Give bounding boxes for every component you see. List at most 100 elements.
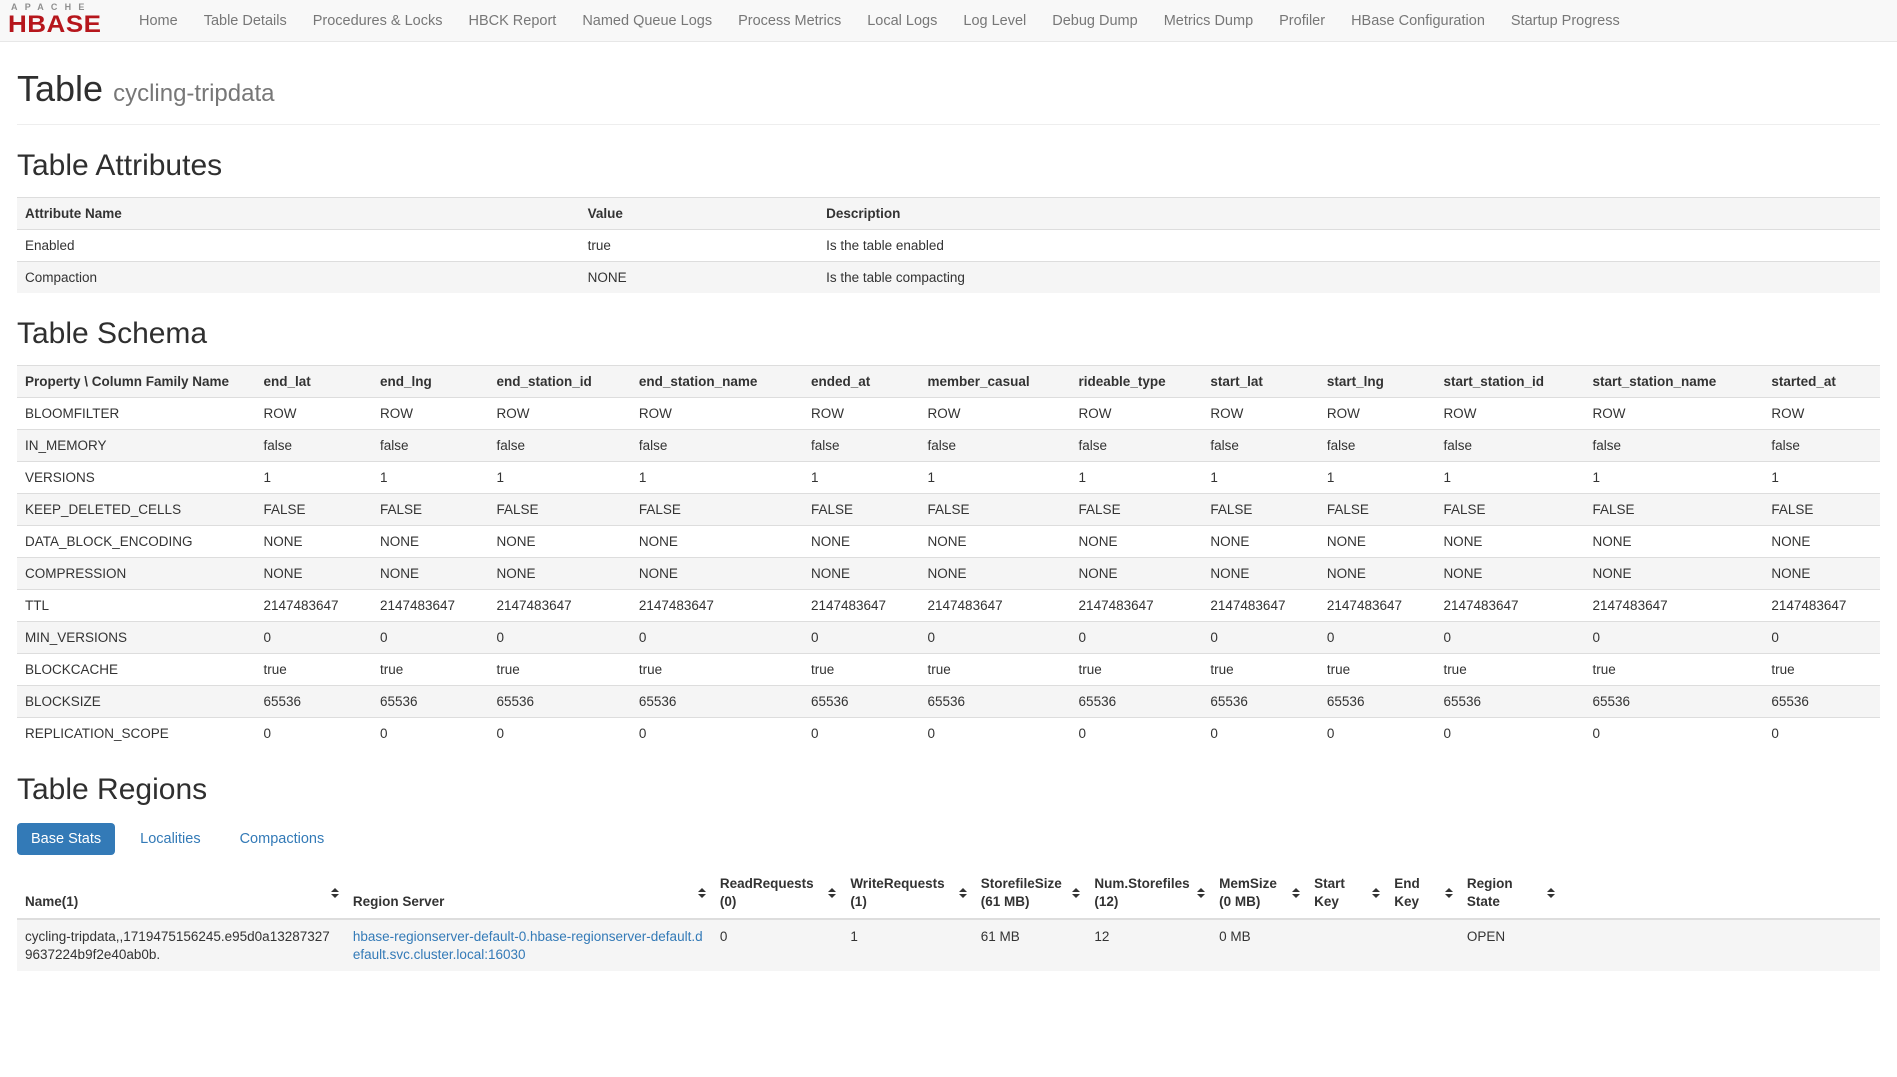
schema-value-cell: NONE — [803, 526, 920, 558]
sort-desc-arrow-icon — [1292, 894, 1300, 898]
nav-item-hbase-configuration[interactable]: HBase Configuration — [1338, 0, 1498, 42]
schema-family-header: start_lat — [1202, 366, 1319, 398]
schema-value-cell: false — [1202, 430, 1319, 462]
schema-value-cell: 0 — [489, 718, 631, 750]
sort-desc-arrow-icon — [698, 894, 706, 898]
tab-compactions[interactable]: Compactions — [226, 823, 339, 855]
region-server-link[interactable]: hbase-regionserver-default-0.hbase-regio… — [353, 929, 703, 962]
schema-heading: Table Schema — [17, 317, 1880, 351]
schema-value-cell: 1 — [803, 462, 920, 494]
regions-column-header-end-key[interactable]: End Key — [1386, 867, 1459, 919]
sort-icon[interactable] — [331, 888, 339, 898]
regions-header-spacer — [1561, 867, 1880, 919]
sort-icon[interactable] — [1547, 888, 1555, 898]
schema-property-cell: VERSIONS — [17, 462, 255, 494]
sort-desc-arrow-icon — [1372, 894, 1380, 898]
regions-column-header-start-key[interactable]: Start Key — [1306, 867, 1386, 919]
regions-column-header-region-state[interactable]: Region State — [1459, 867, 1561, 919]
regions-table-body: cycling-tripdata,,1719475156245.e95d0a13… — [17, 919, 1880, 971]
regions-column-header-storefilesize-61-mb[interactable]: StorefileSize (61 MB) — [973, 867, 1087, 919]
schema-value-cell: FALSE — [1763, 494, 1880, 526]
tab-base-stats[interactable]: Base Stats — [17, 823, 115, 855]
end-key-cell — [1386, 919, 1459, 971]
hbase-logo[interactable]: APACHE HBASE — [8, 3, 126, 38]
nav-item-named-queue-logs[interactable]: Named Queue Logs — [569, 0, 725, 42]
schema-family-header: end_station_id — [489, 366, 631, 398]
attribute-value-cell: true — [580, 230, 818, 262]
schema-value-cell: 1 — [631, 462, 803, 494]
schema-row: COMPRESSIONNONENONENONENONENONENONENONEN… — [17, 558, 1880, 590]
schema-value-cell: ROW — [1585, 398, 1764, 430]
regions-column-header-region-server[interactable]: Region Server — [345, 867, 712, 919]
regions-column-label: Region State — [1467, 876, 1513, 909]
sort-icon[interactable] — [1197, 888, 1205, 898]
schema-value-cell: NONE — [489, 558, 631, 590]
schema-row: TTL2147483647214748364721474836472147483… — [17, 590, 1880, 622]
sort-icon[interactable] — [959, 888, 967, 898]
read-requests-cell: 0 — [712, 919, 842, 971]
schema-value-cell: true — [1319, 654, 1436, 686]
schema-value-cell: ROW — [255, 398, 372, 430]
navbar: APACHE HBASE HomeTable DetailsProcedures… — [0, 0, 1897, 42]
schema-value-cell: 0 — [1202, 718, 1319, 750]
nav-item-debug-dump[interactable]: Debug Dump — [1039, 0, 1150, 42]
nav-item-process-metrics[interactable]: Process Metrics — [725, 0, 854, 42]
sort-asc-arrow-icon — [1372, 888, 1380, 892]
nav-item-hbck-report[interactable]: HBCK Report — [455, 0, 569, 42]
sort-desc-arrow-icon — [1072, 894, 1080, 898]
schema-value-cell: NONE — [631, 558, 803, 590]
nav-item-log-level[interactable]: Log Level — [950, 0, 1039, 42]
sort-desc-arrow-icon — [1197, 894, 1205, 898]
schema-value-cell: ROW — [1071, 398, 1203, 430]
attribute-description-cell: Is the table compacting — [818, 262, 1880, 294]
tab-localities[interactable]: Localities — [126, 823, 214, 855]
regions-column-header-writerequests-1[interactable]: WriteRequests (1) — [842, 867, 972, 919]
schema-value-cell: NONE — [1202, 526, 1319, 558]
schema-value-cell: ROW — [1202, 398, 1319, 430]
sort-icon[interactable] — [698, 888, 706, 898]
sort-icon[interactable] — [1292, 888, 1300, 898]
schema-value-cell: NONE — [1763, 526, 1880, 558]
nav-item-metrics-dump[interactable]: Metrics Dump — [1151, 0, 1266, 42]
schema-value-cell: false — [1435, 430, 1584, 462]
schema-value-cell: false — [920, 430, 1071, 462]
regions-column-header-name-1[interactable]: Name(1) — [17, 867, 345, 919]
regions-column-label: Name(1) — [25, 894, 78, 909]
sort-icon[interactable] — [1072, 888, 1080, 898]
schema-value-cell: NONE — [1071, 558, 1203, 590]
schema-value-cell: 0 — [372, 718, 489, 750]
regions-column-header-num-storefiles-12[interactable]: Num.Storefiles (12) — [1086, 867, 1211, 919]
schema-value-cell: 2147483647 — [489, 590, 631, 622]
nav-item-profiler[interactable]: Profiler — [1266, 0, 1338, 42]
schema-family-header: end_station_name — [631, 366, 803, 398]
schema-value-cell: NONE — [489, 526, 631, 558]
schema-value-cell: ROW — [631, 398, 803, 430]
schema-value-cell: NONE — [1202, 558, 1319, 590]
schema-value-cell: true — [1585, 654, 1764, 686]
schema-value-cell: 1 — [255, 462, 372, 494]
regions-column-header-memsize-0-mb[interactable]: MemSize (0 MB) — [1211, 867, 1306, 919]
attribute-name-cell: Compaction — [17, 262, 580, 294]
schema-value-cell: ROW — [489, 398, 631, 430]
schema-value-cell: 0 — [631, 718, 803, 750]
sort-icon[interactable] — [828, 888, 836, 898]
regions-column-label: End Key — [1394, 876, 1420, 909]
nav-item-procedures-locks[interactable]: Procedures & Locks — [300, 0, 456, 42]
nav-item-startup-progress[interactable]: Startup Progress — [1498, 0, 1633, 42]
schema-property-cell: BLOCKCACHE — [17, 654, 255, 686]
regions-column-header-readrequests-0[interactable]: ReadRequests (0) — [712, 867, 842, 919]
schema-value-cell: 0 — [255, 622, 372, 654]
schema-value-cell: 0 — [1319, 718, 1436, 750]
sort-icon[interactable] — [1372, 888, 1380, 898]
sort-icon[interactable] — [1445, 888, 1453, 898]
schema-value-cell: FALSE — [255, 494, 372, 526]
nav-item-home[interactable]: Home — [126, 0, 191, 42]
schema-value-cell: NONE — [803, 558, 920, 590]
schema-value-cell: 65536 — [803, 686, 920, 718]
schema-value-cell: 0 — [920, 622, 1071, 654]
sort-asc-arrow-icon — [1445, 888, 1453, 892]
nav-item-local-logs[interactable]: Local Logs — [854, 0, 950, 42]
nav-item-table-details[interactable]: Table Details — [191, 0, 300, 42]
regions-header-row: Name(1) Region ServerReadRequests (0)Writ… — [17, 867, 1880, 919]
schema-value-cell: NONE — [255, 526, 372, 558]
